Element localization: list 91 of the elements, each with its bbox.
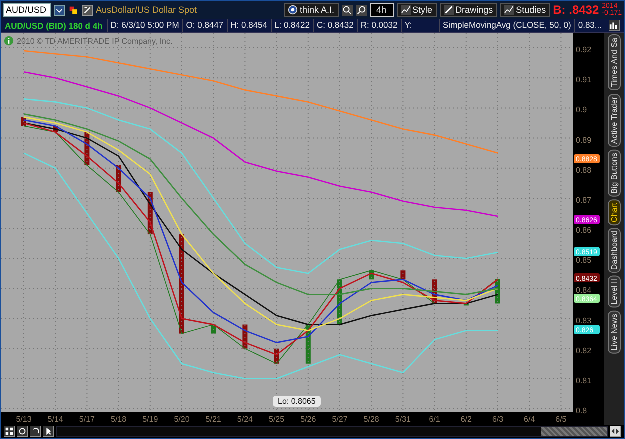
date-axis-label: 5/24: [237, 415, 253, 424]
bid-price: B: .8432: [553, 3, 600, 17]
date-axis-label: 5/26: [300, 415, 316, 424]
price-candle: [53, 126, 58, 132]
study-label: SimpleMovingAvg (CLOSE, 50, 0): [439, 19, 574, 32]
toolbar-button[interactable]: Style: [396, 3, 437, 17]
magnifier-icon[interactable]: [342, 4, 353, 16]
symbol-field[interactable]: AUD/USD: [3, 3, 51, 17]
price-axis-label: 0.84: [576, 286, 592, 296]
scroll-thumb[interactable]: [541, 427, 607, 436]
scroll-bar[interactable]: [56, 426, 608, 437]
undo-icon[interactable]: [30, 426, 41, 437]
price-candle: [496, 279, 500, 304]
copyright-text: 2010 © TD AMERITRADE IP Company, Inc.: [17, 36, 173, 46]
price-axis-label: 0.86: [576, 226, 592, 236]
date-axis-label: 6/1: [429, 415, 440, 424]
price-axis-label: 0.82: [576, 346, 592, 356]
price-axis-label: 0.89: [576, 136, 592, 145]
cursor-icon[interactable]: [43, 426, 54, 437]
date-axis-label: 5/18: [111, 415, 127, 424]
line-chart-icon: [504, 5, 514, 15]
price-candle: [242, 324, 248, 349]
date-axis-label: 5/13: [16, 415, 32, 424]
date-axis-label: 5/28: [364, 415, 380, 424]
date-axis-label: 5/31: [395, 415, 411, 424]
price-candle: [274, 348, 280, 364]
price-candle: [338, 280, 342, 325]
line-chart-icon: [400, 5, 411, 15]
link-icon[interactable]: [82, 4, 93, 16]
date-axis-label: 5/20: [174, 415, 190, 424]
quote-field: O: 0.8447: [182, 19, 227, 32]
quote-field: Y:: [400, 19, 416, 32]
toolbar-button[interactable]: 4h: [370, 3, 394, 17]
chart-symbol-label: AUD/USD (BID) 180 d 4h: [4, 20, 104, 30]
price-axis-label: 0.91: [576, 76, 592, 85]
price-axis-label: 0.87: [576, 196, 592, 205]
refresh-icon[interactable]: [17, 426, 28, 437]
side-tab[interactable]: Dashboard: [608, 228, 620, 274]
side-tab[interactable]: Active Trader: [608, 94, 620, 147]
date-axis-label: 6/2: [460, 415, 472, 424]
price-axis-label: 0.88: [576, 166, 592, 175]
date-axis-label: 6/5: [556, 415, 567, 424]
price-candle: [369, 270, 374, 280]
price-candle: [211, 324, 216, 334]
toolbar-button[interactable]: Studies: [500, 3, 550, 17]
price-candle: [432, 280, 438, 304]
info-icon[interactable]: [4, 36, 14, 46]
date-axis-label: 5/14: [48, 415, 64, 424]
globe-icon: [288, 5, 298, 15]
price-axis-label: 0.92: [576, 46, 592, 55]
price-candle: [22, 117, 26, 126]
price-axis-label: 0.8: [576, 406, 588, 416]
flag-icon[interactable]: [68, 4, 79, 16]
price-candle: [464, 304, 469, 306]
price-candle: [306, 324, 311, 364]
quote-field: R: 0.0032: [356, 19, 401, 32]
symbol-description: AusDollar/US Dollar Spot: [96, 5, 198, 15]
expand-icon[interactable]: [610, 426, 621, 437]
date-axis-label: 5/17: [79, 415, 95, 424]
toolbar-button[interactable]: think A.I.: [284, 3, 339, 17]
side-tab[interactable]: Live News: [608, 311, 620, 354]
toolbar-button[interactable]: Drawings: [440, 3, 498, 17]
quote-field: L: 0.8422: [270, 19, 313, 32]
pencil-icon: [444, 5, 454, 15]
low-price-callout: Lo: 0.8065: [273, 396, 321, 407]
date-axis-label: 6/3: [492, 415, 504, 424]
quote-field: H: 0.8454: [226, 19, 270, 32]
price-axis-label: 0.81: [576, 376, 592, 386]
date-axis-label: 6/4: [524, 415, 536, 424]
price-candle: [116, 165, 122, 192]
zoom-icon[interactable]: [356, 4, 367, 16]
date-axis-label: 5/27: [332, 415, 348, 424]
price-axis-label: 0.9: [576, 106, 588, 115]
date-axis-label: 5/21: [206, 415, 222, 424]
price-candle: [400, 270, 406, 280]
dropdown-icon[interactable]: [54, 4, 65, 16]
quote-field: D: 6/3/10 5:00 PM: [106, 19, 182, 32]
side-tab[interactable]: Times And Sa: [608, 35, 620, 91]
date-axis-label: 5/19: [142, 415, 158, 424]
price-candle: [84, 132, 90, 166]
date-axis-label: 5/25: [269, 415, 285, 424]
side-tab[interactable]: Big Buttons: [608, 150, 620, 197]
price-candle: [148, 192, 153, 235]
price-axis-label: 0.83: [576, 316, 592, 326]
price-axis-label: 0.85: [576, 256, 592, 266]
side-tab[interactable]: Level II: [608, 276, 620, 308]
quote-field: C: 0.8432: [312, 19, 357, 32]
study-value: 0.83...: [574, 19, 605, 32]
grid-icon[interactable]: [4, 426, 15, 437]
chart-settings-icon[interactable]: [609, 20, 620, 31]
side-tab[interactable]: Chart: [608, 200, 620, 226]
